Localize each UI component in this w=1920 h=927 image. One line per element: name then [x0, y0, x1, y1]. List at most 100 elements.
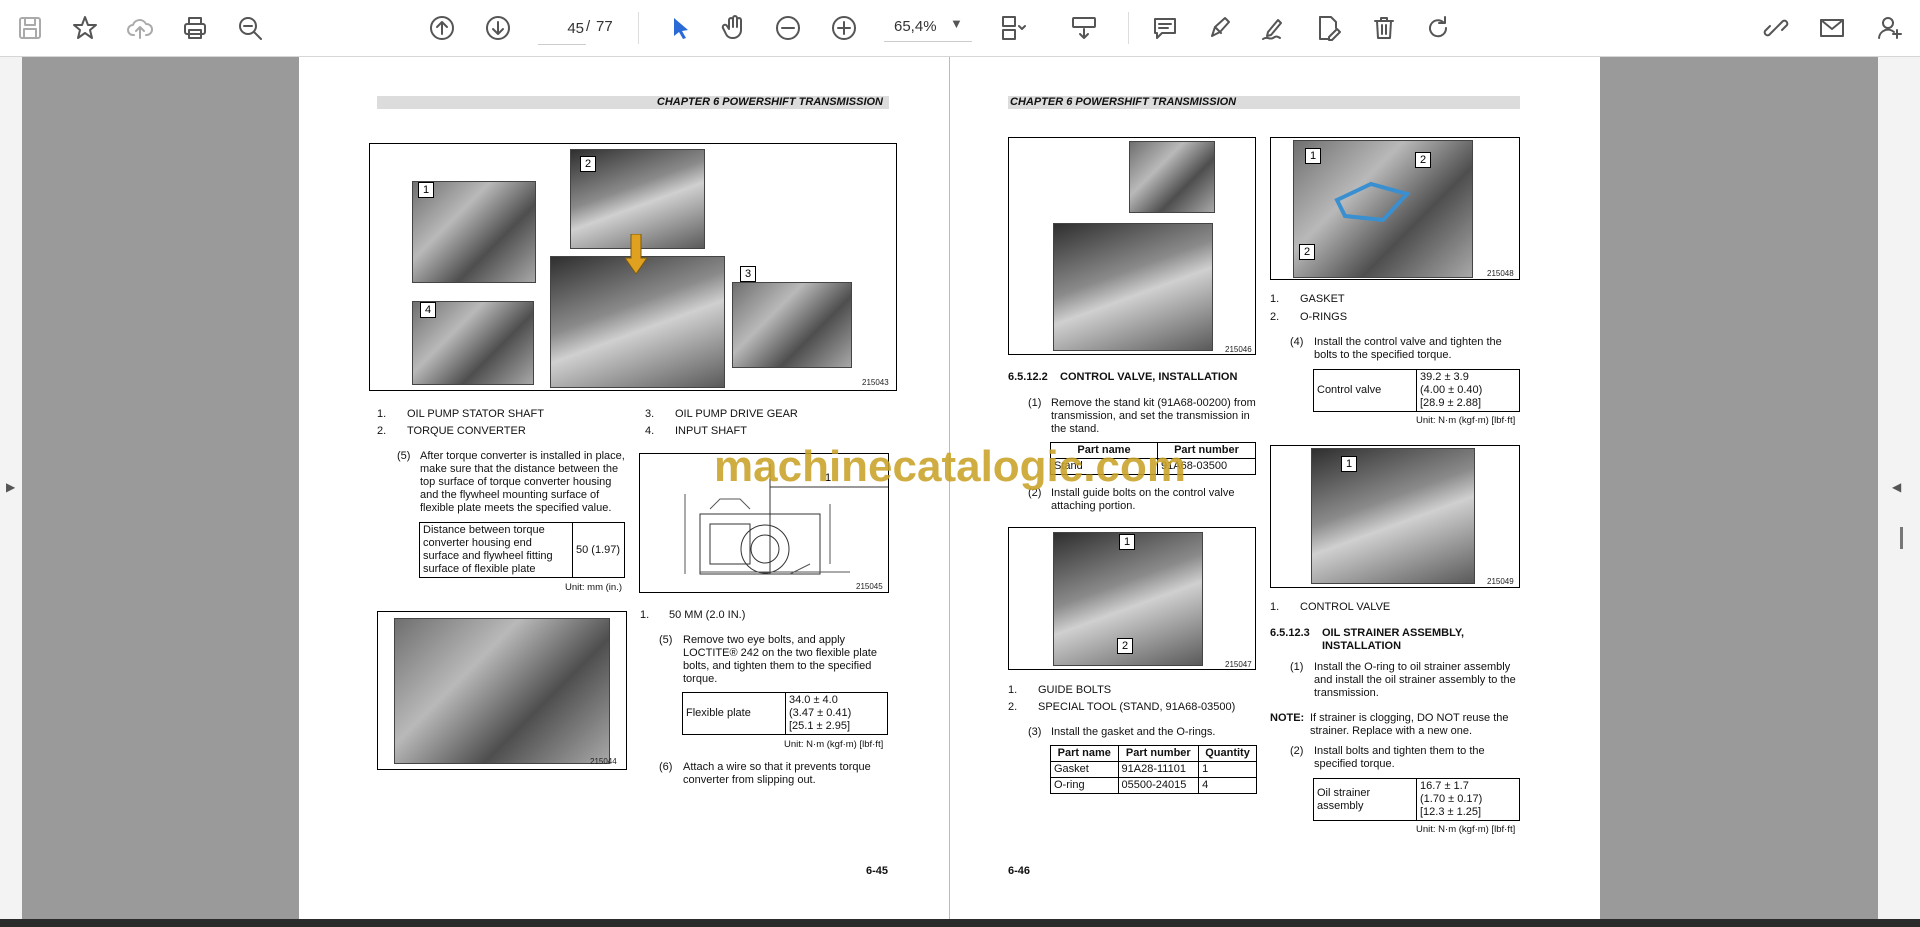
step-text: Attach a wire so that it prevents torque… — [683, 761, 871, 786]
page-header: CHAPTER 6 POWERSHIFT TRANSMISSION — [377, 96, 889, 109]
highlight-pen-icon[interactable] — [1200, 8, 1240, 48]
zoom-value: 65,4% — [894, 18, 937, 35]
zoom-search-icon[interactable] — [230, 8, 270, 48]
bookmark-star-icon[interactable] — [65, 8, 105, 48]
section-title: OIL STRAINER ASSEMBLY, INSTALLATION — [1322, 627, 1465, 652]
step-number: (4) — [1290, 336, 1304, 348]
flexible-plate-torque-table: Flexible plate 34.0 ± 4.0 (3.47 ± 0.41) [2… — [682, 692, 888, 735]
control-valve-photo — [1311, 448, 1475, 584]
step-text: Remove the stand kit (91A68-00200) from … — [1051, 397, 1256, 435]
legend-item: TORQUE CONVERTER — [407, 425, 526, 437]
chevron-right-icon[interactable]: ▶ — [6, 480, 15, 494]
step-text: Remove two eye bolts, and apply LOCTITE®… — [683, 634, 877, 685]
share-link-icon[interactable] — [1756, 8, 1796, 48]
page-up-icon[interactable] — [422, 8, 462, 48]
spec-label: Flexible plate — [682, 692, 786, 735]
spec-value: 39.2 ± 3.9 — [1420, 371, 1469, 383]
step-number: (5) — [659, 634, 673, 646]
page-number-input[interactable] — [538, 12, 586, 45]
drive-gear-photo — [732, 282, 852, 368]
legend-item: INPUT SHAFT — [675, 425, 747, 437]
note-label: NOTE: — [1270, 712, 1305, 724]
page-header: CHAPTER 6 POWERSHIFT TRANSMISSION — [1008, 96, 1520, 109]
step-text: Install bolts and tighten them to the sp… — [1314, 745, 1485, 770]
table-cell: O-ring — [1050, 777, 1119, 794]
chevron-left-icon[interactable]: ◀ — [1892, 480, 1901, 494]
step-number: (2) — [1290, 745, 1304, 757]
figure-215049: 1 215049 — [1270, 445, 1520, 588]
figure-215047: 1 2 215047 — [1008, 527, 1256, 670]
spec-value: (4.00 ± 0.40) — [1420, 384, 1483, 396]
email-icon[interactable] — [1812, 8, 1852, 48]
figure-215048: 1 2 2 215048 — [1270, 137, 1520, 280]
left-panel-toggle[interactable]: ▶ — [0, 57, 22, 919]
legend-num: 1. — [1008, 684, 1018, 696]
add-user-icon[interactable] — [1870, 8, 1910, 48]
edit-pdf-icon[interactable] — [1308, 8, 1348, 48]
toolbar: / 77 65,4% ▼ — [0, 0, 1920, 57]
callout: 1 — [1341, 456, 1357, 472]
status-bar — [0, 919, 1920, 927]
legend-num: 2. — [377, 425, 387, 437]
figure-number: 215044 — [590, 757, 617, 766]
figure-215046: 215046 — [1008, 137, 1256, 355]
spec-value: 50 (1.97) — [572, 522, 625, 578]
legend-num: 2. — [1270, 311, 1280, 323]
control-valve-torque-table: Control valve 39.2 ± 3.9 (4.00 ± 0.40) [28… — [1313, 369, 1520, 412]
units-label: Unit: mm (in.) — [565, 582, 622, 593]
delete-icon[interactable] — [1364, 8, 1404, 48]
page-number: 6-46 — [1008, 865, 1031, 877]
units-label: Unit: N·m (kgf·m) [lbf·ft] — [1416, 824, 1516, 835]
step-number: (1) — [1290, 661, 1304, 673]
sign-icon[interactable] — [1254, 8, 1294, 48]
table-cell: 1 — [1198, 761, 1257, 778]
print-icon[interactable] — [175, 8, 215, 48]
legend-num: 1. — [1270, 601, 1280, 613]
transmission-stand-photo — [1053, 223, 1213, 351]
spec-value: 16.7 ± 1.7 — [1420, 780, 1469, 792]
table-row: Gasket 91A28-11101 1 — [1050, 761, 1257, 778]
table-header: Part number — [1117, 745, 1200, 762]
table-header: Quantity — [1198, 745, 1257, 762]
step-number: (6) — [659, 761, 673, 773]
toolbar-divider — [638, 12, 639, 44]
callout: 1 — [1305, 148, 1321, 164]
spec-value: (1.70 ± 0.17) — [1420, 793, 1483, 805]
spec-value: [12.3 ± 1.25] — [1420, 806, 1482, 818]
figure-number: 215047 — [1225, 660, 1252, 669]
page-total: 77 — [596, 18, 613, 35]
page-down-icon[interactable] — [478, 8, 518, 48]
cloud-upload-icon[interactable] — [120, 8, 160, 48]
comment-icon[interactable] — [1145, 8, 1185, 48]
transmission-photo — [1129, 141, 1215, 213]
callout: 2 — [1299, 244, 1315, 260]
distance-spec-table: Distance between torque converter housin… — [419, 522, 625, 578]
legend-item: SPECIAL TOOL (STAND, 91A68-03500) — [1038, 701, 1236, 713]
gasket-oring-table: Part name Part number Quantity Gasket 91A28… — [1050, 745, 1257, 794]
legend-num: 1. — [1270, 293, 1280, 305]
select-cursor-icon[interactable] — [660, 8, 700, 48]
table-cell: 4 — [1198, 777, 1257, 794]
page-separator: / — [586, 18, 591, 35]
hand-icon[interactable] — [714, 8, 754, 48]
callout: 1 — [418, 182, 434, 198]
flexible-plate-photo — [394, 618, 610, 764]
scroll-mode-icon[interactable] — [1064, 8, 1104, 48]
zoom-in-icon[interactable] — [824, 8, 864, 48]
rotate-icon[interactable] — [1418, 8, 1458, 48]
chevron-down-icon[interactable]: ▼ — [950, 16, 963, 31]
table-cell: Gasket — [1050, 761, 1119, 778]
gasket-outline — [1334, 181, 1411, 223]
page-layout-icon[interactable] — [992, 8, 1032, 48]
watermark: machinecatalogic.com — [714, 442, 1186, 491]
zoom-out-icon[interactable] — [768, 8, 808, 48]
legend-num: 1. — [640, 609, 650, 621]
right-panel-toggle[interactable]: ◀ — [1878, 57, 1920, 919]
table-row: O-ring 05500-24015 4 — [1050, 777, 1257, 794]
section-number: 6.5.12.2 — [1008, 371, 1048, 383]
step-text: Install the O-ring to oil strainer assem… — [1314, 661, 1516, 699]
spec-label: Control valve — [1313, 369, 1417, 412]
save-icon[interactable] — [10, 8, 50, 48]
callout: 2 — [1117, 638, 1133, 654]
scroll-handle[interactable] — [1900, 527, 1903, 549]
